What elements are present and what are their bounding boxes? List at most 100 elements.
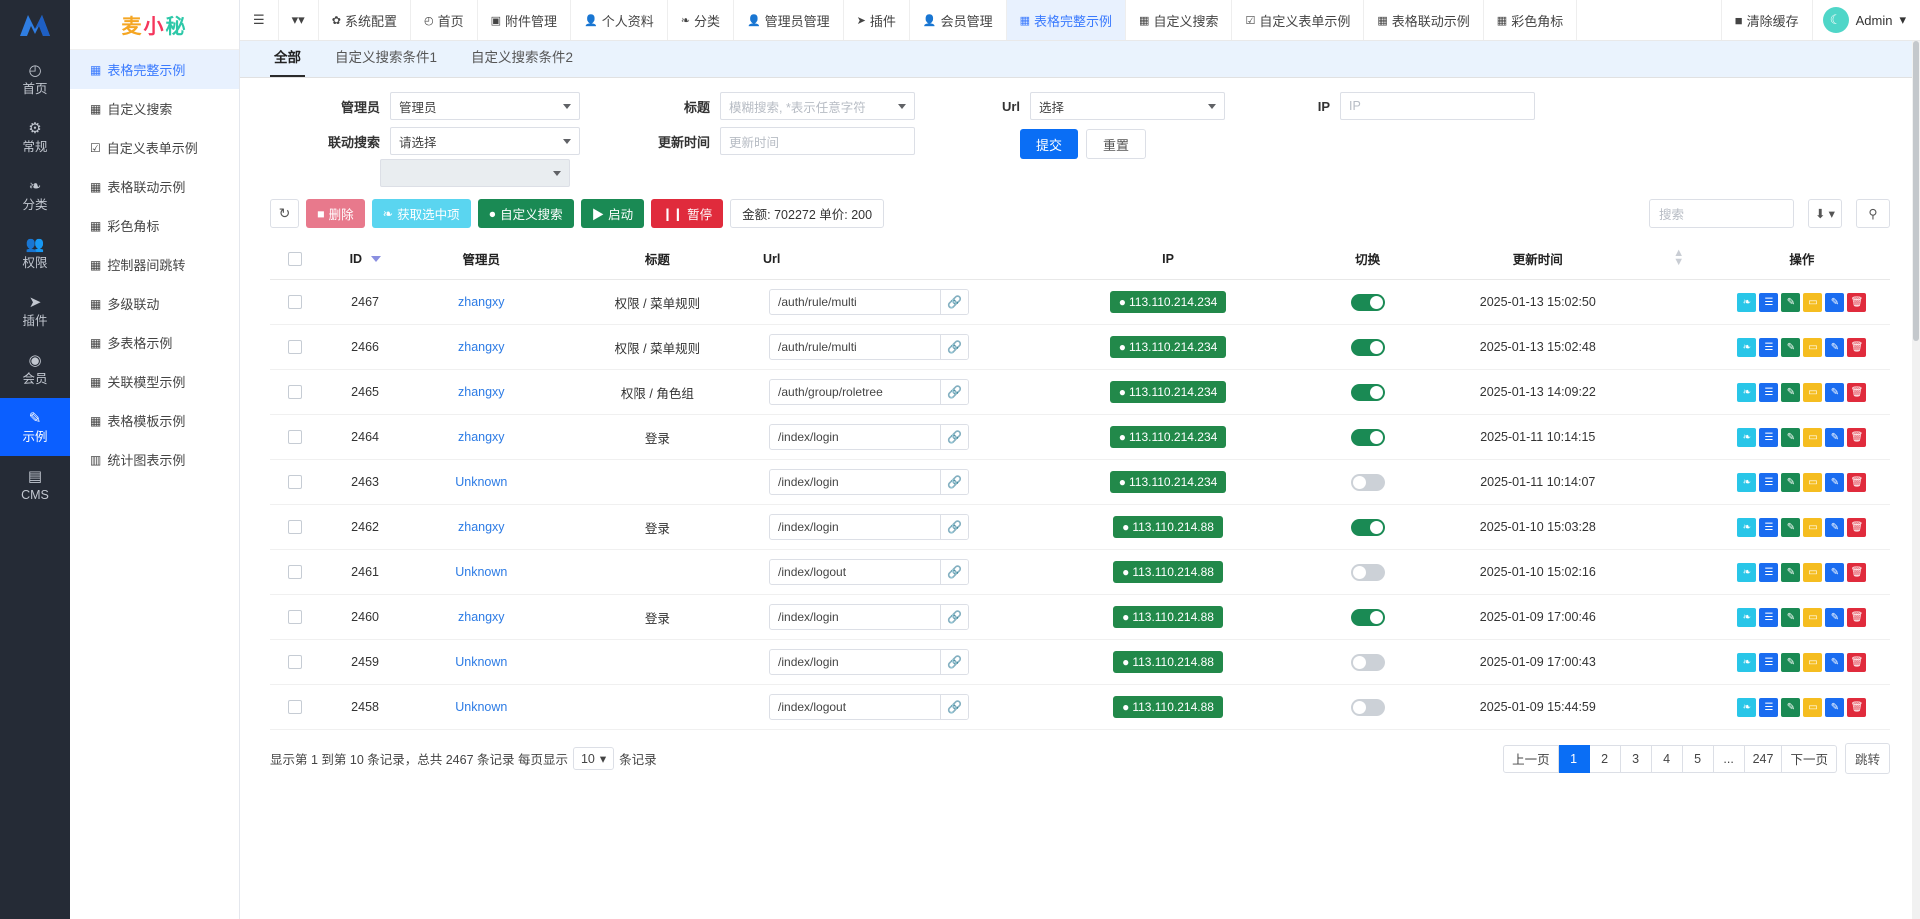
th-updatetime[interactable]: 更新时间 [1432,238,1644,280]
magic-op-icon[interactable]: ✎ [1781,697,1801,717]
page-button-3[interactable]: 3 [1620,744,1652,773]
table-row[interactable]: 2460 zhangxy 登录/index/login 🔗 ● 113.110.214.8… [270,594,1890,640]
custom-search-button[interactable]: ● 自定义搜索 [477,199,574,228]
leaf-op-icon[interactable]: ❧ [1737,697,1757,717]
url-filter-select[interactable]: 选择 [1030,92,1225,120]
row-checkbox[interactable] [287,475,302,490]
sidebar-item-自定义表单示例[interactable]: ☑ 自定义表单示例 [70,128,239,167]
cell-toggle[interactable] [1303,459,1433,505]
updatetime-filter-input[interactable]: 更新时间 [720,127,915,155]
th-id[interactable]: ID [319,238,411,280]
cell-select[interactable] [270,549,320,595]
delete-op-icon[interactable]: 🗑 [1847,472,1867,492]
user-menu[interactable]: ☾ Admin ▾ [1813,0,1920,40]
sidebar-item-自定义搜索[interactable]: ▦ 自定义搜索 [70,89,239,128]
table-row[interactable]: 2465 zhangxy 权限 / 角色组/auth/group/roletree 🔗… [270,369,1890,415]
title-filter-input[interactable]: 模糊搜索, *表示任意字符 [720,92,915,120]
tab-custom-condition-2[interactable]: 自定义搜索条件2 [467,46,577,77]
delete-op-icon[interactable]: 🗑 [1847,427,1867,447]
leaf-op-icon[interactable]: ❧ [1737,472,1757,492]
delete-op-icon[interactable]: 🗑 [1847,517,1867,537]
start-button[interactable]: ▶ 启动 [580,199,645,228]
link-icon[interactable]: 🔗 [940,650,969,674]
submit-button[interactable]: 提交 [1020,129,1079,159]
th-ip[interactable]: IP [1033,238,1304,280]
link-icon[interactable]: 🔗 [940,380,969,404]
table-row[interactable]: 2466 zhangxy 权限 / 菜单规则/auth/rule/multi 🔗 ● 11… [270,324,1890,370]
vertical-scrollbar[interactable] [1912,41,1920,919]
cell-select[interactable] [270,594,320,640]
cell-toggle[interactable] [1303,549,1433,595]
link-icon[interactable]: 🔗 [940,515,969,539]
leaf-op-icon[interactable]: ❧ [1737,517,1757,537]
leaf-op-icon[interactable]: ❧ [1737,562,1757,582]
linkage-filter-select-1[interactable]: 请选择 [390,127,580,155]
edit-op-icon[interactable]: ✎ [1825,472,1845,492]
list-op-icon[interactable]: ☰ [1759,382,1779,402]
status-toggle[interactable] [1350,473,1385,491]
status-toggle[interactable] [1350,653,1385,671]
refresh-button[interactable]: ↻ [270,199,299,228]
status-toggle[interactable] [1350,338,1385,356]
folder-op-icon[interactable]: ▭ [1803,337,1823,357]
status-toggle[interactable] [1350,518,1385,536]
magic-op-icon[interactable]: ✎ [1781,427,1801,447]
magic-op-icon[interactable]: ✎ [1781,292,1801,312]
page-button-下一页[interactable]: 下一页 [1782,744,1837,773]
cell-toggle[interactable] [1303,369,1433,415]
admin-link[interactable]: zhangxy [458,610,505,624]
nav-item-系统配置[interactable]: ✿ 系统配置 [319,0,411,40]
rail-item-首页[interactable]: ◴ 首页 [0,50,70,108]
nav-item-插件[interactable]: ➤ 插件 [844,0,910,40]
table-row[interactable]: 2462 zhangxy 登录/index/login 🔗 ● 113.110.214.8… [270,504,1890,550]
admin-link[interactable]: zhangxy [458,340,505,354]
row-checkbox[interactable] [287,430,302,445]
rail-item-权限[interactable]: 👥 权限 [0,224,70,282]
status-toggle[interactable] [1350,383,1385,401]
app-logo[interactable] [0,0,70,50]
sidebar-item-表格联动示例[interactable]: ▦ 表格联动示例 [70,167,239,206]
link-icon[interactable]: 🔗 [940,470,969,494]
table-row[interactable]: 2464 zhangxy 登录/index/login 🔗 ● 113.110.214.2… [270,414,1890,460]
ip-filter-input[interactable]: IP [1340,92,1535,120]
th-select-all[interactable] [270,238,320,280]
table-row[interactable]: 2458 Unknown/index/logout 🔗 ● 113.110.214.88… [270,684,1890,730]
edit-op-icon[interactable]: ✎ [1825,382,1845,402]
nav-item-个人资料[interactable]: 👤 个人资料 [571,0,668,40]
cell-select[interactable] [270,459,320,505]
sidebar-item-统计图表示例[interactable]: ▥ 统计图表示例 [70,440,239,479]
folder-op-icon[interactable]: ▭ [1803,562,1823,582]
nav-item-表格完整示例[interactable]: ▦ 表格完整示例 [1006,0,1127,40]
table-row[interactable]: 2467 zhangxy 权限 / 菜单规则/auth/rule/multi 🔗 ● 11… [270,279,1890,325]
table-row[interactable]: 2459 Unknown/index/login 🔗 ● 113.110.214.88 2… [270,639,1890,685]
delete-op-icon[interactable]: 🗑 [1847,607,1867,627]
edit-op-icon[interactable]: ✎ [1825,652,1845,672]
nav-item-管理员管理[interactable]: 👤 管理员管理 [734,0,844,40]
sidebar-toggle-button[interactable]: ☰ [240,0,279,40]
admin-link[interactable]: Unknown [455,565,507,579]
page-button-1[interactable]: 1 [1558,744,1590,773]
cell-toggle[interactable] [1303,504,1433,550]
folder-op-icon[interactable]: ▭ [1803,472,1823,492]
sidebar-item-多级联动[interactable]: ▦ 多级联动 [70,284,239,323]
row-checkbox[interactable] [287,700,302,715]
search-input[interactable]: 搜索 [1649,199,1794,228]
list-op-icon[interactable]: ☰ [1759,607,1779,627]
delete-op-icon[interactable]: 🗑 [1847,382,1867,402]
th-title[interactable]: 标题 [551,238,764,280]
cell-toggle[interactable] [1303,639,1433,685]
sidebar-item-关联模型示例[interactable]: ▦ 关联模型示例 [70,362,239,401]
url-input-group[interactable]: /index/login 🔗 [769,424,970,450]
row-checkbox[interactable] [287,385,302,400]
page-button-5[interactable]: 5 [1682,744,1714,773]
edit-op-icon[interactable]: ✎ [1825,292,1845,312]
cell-toggle[interactable] [1303,414,1433,460]
url-input-group[interactable]: /index/login 🔗 [769,469,970,495]
admin-link[interactable]: zhangxy [458,385,505,399]
leaf-op-icon[interactable]: ❧ [1737,382,1757,402]
delete-button[interactable]: ■ 删除 [306,199,365,228]
leaf-op-icon[interactable]: ❧ [1737,607,1757,627]
th-toggle[interactable]: 切换 [1303,238,1433,280]
admin-filter-select[interactable]: 管理员 [390,92,580,120]
edit-op-icon[interactable]: ✎ [1825,607,1845,627]
